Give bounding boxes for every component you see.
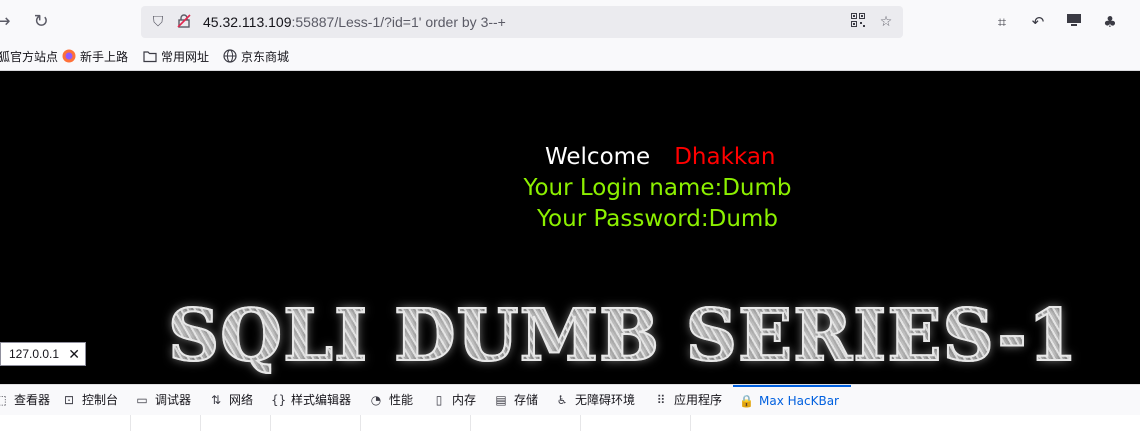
- browser-toolbar: → ↻ ⛉ 45.32.113.109:55887/Less-1/?id=1' …: [0, 0, 1140, 44]
- panel-column: [580, 415, 691, 431]
- extension-icon[interactable]: ♣: [1099, 11, 1121, 33]
- panel-column: [130, 415, 201, 431]
- user-name: Dhakkan: [674, 144, 776, 170]
- bookmark-folder[interactable]: 常用网址: [143, 48, 209, 66]
- tab-accessibility[interactable]: ♿ 无障碍环境: [555, 385, 635, 415]
- tab-memory[interactable]: ▯ 内存: [432, 385, 476, 415]
- tab-max-hackbar[interactable]: 🔒 Max HacKBar: [733, 385, 851, 417]
- bookmark-item[interactable]: 京东商城: [223, 48, 289, 66]
- panel-column: [470, 415, 581, 431]
- network-icon: ⇅: [210, 393, 222, 407]
- console-icon: ⊡: [63, 393, 75, 407]
- tab-network[interactable]: ⇅ 网络: [209, 385, 253, 415]
- panel-column: [360, 415, 471, 431]
- ip-label: 127.0.0.1 ✕: [0, 342, 86, 366]
- devtools-tabbar: ⬚ 查看器 ⊡ 控制台 ▭ 调试器 ⇅ 网络 {} 样式编辑器 ◔ 性能 ▯ 内存 ▤ 存储 ♿…: [0, 384, 1140, 416]
- shield-icon[interactable]: ⛉: [149, 13, 167, 31]
- storage-icon: ▤: [495, 393, 507, 407]
- forward-arrow-icon[interactable]: →: [0, 11, 14, 33]
- tab-storage[interactable]: ▤ 存储: [494, 385, 538, 415]
- bookmark-item[interactable]: 火狐官方站点: [0, 48, 58, 66]
- accessibility-icon: ♿: [556, 393, 568, 407]
- application-icon: ⠿: [656, 393, 666, 407]
- style-editor-icon: {}: [271, 393, 287, 407]
- firefox-icon: [62, 49, 76, 63]
- panel-column: [270, 415, 361, 431]
- panel-column: [200, 415, 271, 431]
- debugger-icon: ▭: [136, 393, 148, 407]
- tab-inspector[interactable]: ⬚ 查看器: [0, 385, 50, 415]
- welcome-label: Welcome: [545, 144, 651, 170]
- performance-icon: ◔: [370, 393, 382, 407]
- url-text[interactable]: 45.32.113.109:55887/Less-1/?id=1' order …: [203, 13, 506, 31]
- address-bar[interactable]: ⛉ 45.32.113.109:55887/Less-1/?id=1' orde…: [141, 6, 903, 38]
- welcome-text: Welcome Dhakkan: [545, 144, 776, 170]
- devtools-panel: [0, 415, 1140, 431]
- bookmarks-bar: 火狐官方站点 新手上路 常用网址 京东商城: [0, 44, 1140, 71]
- tab-performance[interactable]: ◔ 性能: [369, 385, 413, 415]
- inspector-icon: ⬚: [0, 393, 7, 407]
- panel-column: [0, 415, 131, 431]
- series-banner: SQLI DUMB SERIES-1: [167, 292, 1079, 378]
- tab-application[interactable]: ⠿ 应用程序: [654, 385, 722, 415]
- hackbar-icon: 🔒: [739, 394, 754, 408]
- qr-code-icon[interactable]: [849, 13, 867, 31]
- tab-style-editor[interactable]: {} 样式编辑器: [271, 385, 351, 415]
- login-name-text: Your Login name:Dumb: [523, 175, 792, 201]
- url-host: 45.32.113.109: [203, 14, 292, 30]
- undo-icon[interactable]: ↶: [1027, 11, 1049, 33]
- page-content: Welcome Dhakkan Your Login name:Dumb Your…: [0, 71, 1140, 384]
- folder-icon: [143, 49, 157, 63]
- tab-debugger[interactable]: ▭ 调试器: [135, 385, 191, 415]
- tab-console[interactable]: ⊡ 控制台: [62, 385, 118, 415]
- ip-text: 127.0.0.1: [9, 347, 60, 361]
- globe-icon: [223, 49, 237, 63]
- url-path: :55887/Less-1/?id=1' order by 3--+: [291, 14, 506, 30]
- memory-icon: ▯: [435, 393, 443, 407]
- bookmark-item[interactable]: 新手上路: [62, 48, 128, 66]
- insecure-lock-icon[interactable]: [175, 13, 193, 31]
- close-icon[interactable]: ✕: [68, 343, 80, 365]
- password-text: Your Password:Dumb: [537, 206, 778, 232]
- crop-icon[interactable]: ⌗: [991, 11, 1013, 33]
- star-bookmark-icon[interactable]: ☆: [877, 13, 895, 31]
- monitor-icon[interactable]: [1063, 11, 1085, 33]
- reload-icon[interactable]: ↻: [30, 11, 52, 33]
